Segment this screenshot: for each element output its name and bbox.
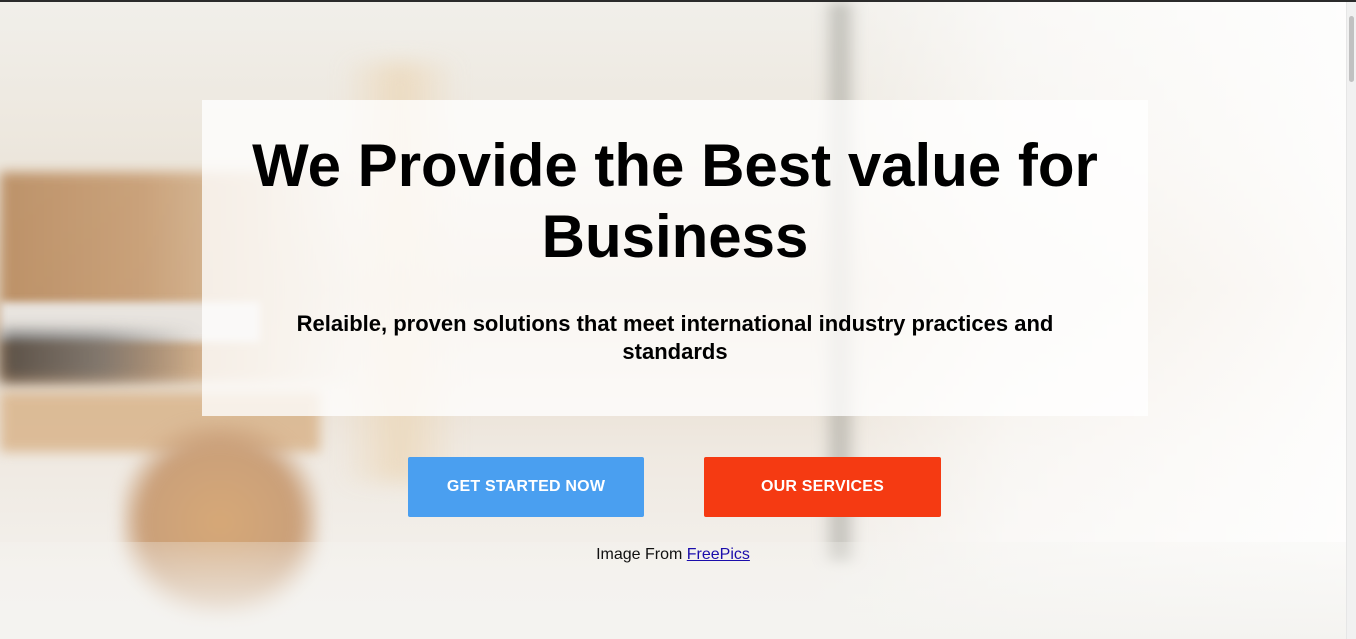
landing-page: We Provide the Best value for Business R…: [0, 0, 1356, 639]
our-services-button[interactable]: OUR SERVICES: [704, 457, 941, 517]
image-credit: Image From FreePics: [0, 546, 1346, 564]
scrollbar-thumb[interactable]: [1349, 16, 1354, 82]
hero-subtitle: Relaible, proven solutions that meet int…: [296, 311, 1054, 364]
background-appliance: [0, 332, 200, 382]
image-credit-prefix: Image From: [596, 546, 683, 563]
freepics-link[interactable]: FreePics: [687, 546, 750, 563]
vertical-scrollbar[interactable]: [1346, 2, 1356, 639]
hero-title: We Provide the Best value for Business: [252, 132, 1098, 270]
hero-card: We Provide the Best value for Business R…: [202, 100, 1148, 416]
get-started-button[interactable]: GET STARTED NOW: [408, 457, 644, 517]
